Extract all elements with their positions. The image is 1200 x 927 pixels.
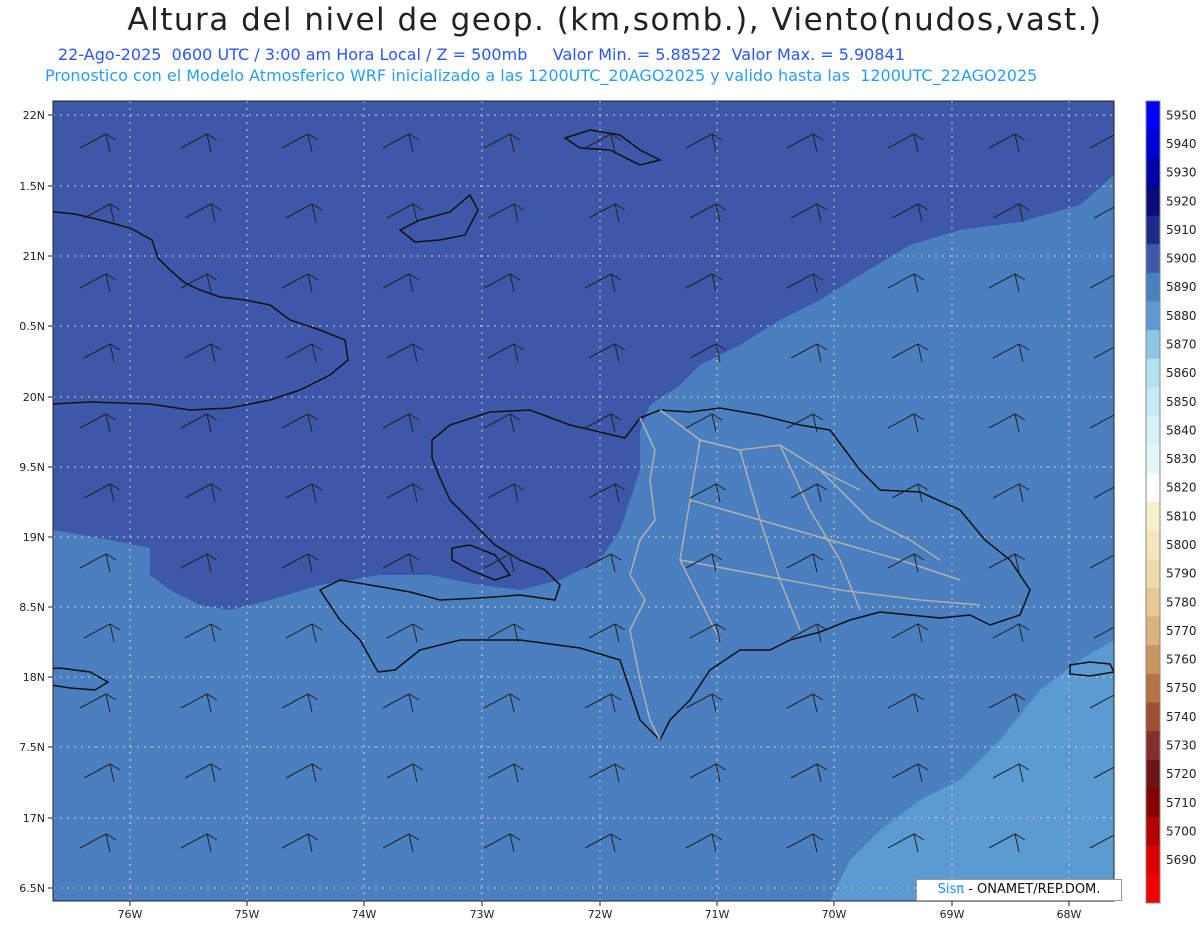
lat-tick-label: 19N [23,531,45,544]
wind-barb [387,904,423,922]
lon-tick-label: 68W [1057,908,1082,921]
colorbar-swatch [1146,845,1160,875]
colorbar-label: 5840 [1166,423,1197,437]
lat-tick-label: 20N [23,391,45,404]
colorbar-label: 5800 [1166,538,1197,552]
colorbar-swatch [1146,559,1160,589]
colorbar-swatch [1146,330,1160,360]
colorbar-label: 5710 [1166,796,1197,810]
colorbar-label: 5920 [1166,194,1197,208]
colorbar-swatch [1146,244,1160,274]
colorbar-label: 5760 [1166,653,1197,667]
lat-tick-label: 22N [23,109,45,122]
colorbar-label: 5750 [1166,681,1197,695]
colorbar-label: 5900 [1166,252,1197,266]
colorbar-swatch [1146,731,1160,761]
lon-tick-label: 75W [235,908,260,921]
colorbar-label: 5810 [1166,509,1197,523]
colorbar-label: 5830 [1166,452,1197,466]
colorbar-label: 5770 [1166,624,1197,638]
colorbar-swatch [1146,530,1160,560]
colorbar-swatch [1146,444,1160,474]
lon-tick-label: 71W [705,908,730,921]
wind-barb [993,904,1029,922]
credit-text: - ONAMET/REP.DOM. [964,882,1101,897]
colorbar-swatch [1146,473,1160,503]
colorbar-swatch [1146,788,1160,818]
wind-barb [185,904,221,922]
colorbar-swatch [1146,387,1160,417]
colorbar-label: 5740 [1166,710,1197,724]
colorbar-swatch [1146,817,1160,847]
colorbar-swatch [1146,645,1160,675]
colorbar-swatch [1146,158,1160,188]
colorbar-swatch [1146,186,1160,217]
colorbar-swatch [1146,101,1160,131]
wind-barb [84,904,120,922]
colorbar-swatch [1146,129,1160,159]
colorbar-label: 5890 [1166,280,1197,294]
colorbar-swatch [1146,502,1160,532]
colorbar-label: 5780 [1166,595,1197,609]
lon-tick-label: 69W [940,908,965,921]
lat-tick-label: 17N [23,812,45,825]
credit-badge: Sisπ - ONAMET/REP.DOM. [916,879,1122,901]
colorbar-swatch [1146,272,1160,302]
colorbar-label: 5930 [1166,166,1197,180]
colorbar-swatch [1146,358,1160,388]
colorbar-label: 5850 [1166,395,1197,409]
lat-tick-label: 7.5N [19,741,45,754]
lat-tick-label: 21N [23,250,45,263]
wind-barb [286,904,322,922]
lat-tick-label: 6.5N [19,882,45,895]
colorbar-label: 5790 [1166,567,1197,581]
colorbar-swatch [1146,215,1160,245]
lon-tick-label: 72W [588,908,613,921]
colorbar-label: 5910 [1166,223,1197,237]
colorbar-swatch [1146,673,1160,703]
colorbar-label: 5690 [1166,853,1197,867]
colorbar-swatch [1146,702,1160,732]
colorbar-label: 5820 [1166,481,1197,495]
wind-barb [1094,904,1130,922]
colorbar-label: 5940 [1166,137,1197,151]
colorbar-label: 5730 [1166,738,1197,752]
lon-tick-label: 76W [118,908,143,921]
lon-tick-label: 73W [470,908,495,921]
lon-tick-label: 70W [822,908,847,921]
colorbar-label: 5860 [1166,366,1197,380]
lat-tick-label: 18N [23,671,45,684]
colorbar-swatch [1146,301,1160,331]
colorbar-swatch [1146,416,1160,446]
lat-tick-label: 9.5N [19,461,45,474]
lat-tick-label: 0.5N [19,320,45,333]
colorbar-swatch [1146,616,1160,646]
colorbar-swatch [1146,759,1160,789]
forecast-map: 22N 1.5N 21N 0.5N 20N 9.5N 19N 8.5N 18N 7.5N 17N 6.… [19,100,1197,922]
colorbar-swatch [1146,874,1160,904]
colorbar-swatch [1146,587,1160,618]
lat-tick-label: 8.5N [19,601,45,614]
colorbar-label: 5880 [1166,309,1197,323]
colorbar-label: 5720 [1166,767,1197,781]
wind-barb [892,904,928,922]
colorbar-label: 5700 [1166,824,1197,838]
colorbar-label: 5870 [1166,337,1197,351]
lat-tick-label: 1.5N [19,180,45,193]
colorbar-label: 5950 [1166,108,1197,122]
credit-brand: Sisπ [937,882,965,897]
lon-tick-label: 74W [352,908,377,921]
